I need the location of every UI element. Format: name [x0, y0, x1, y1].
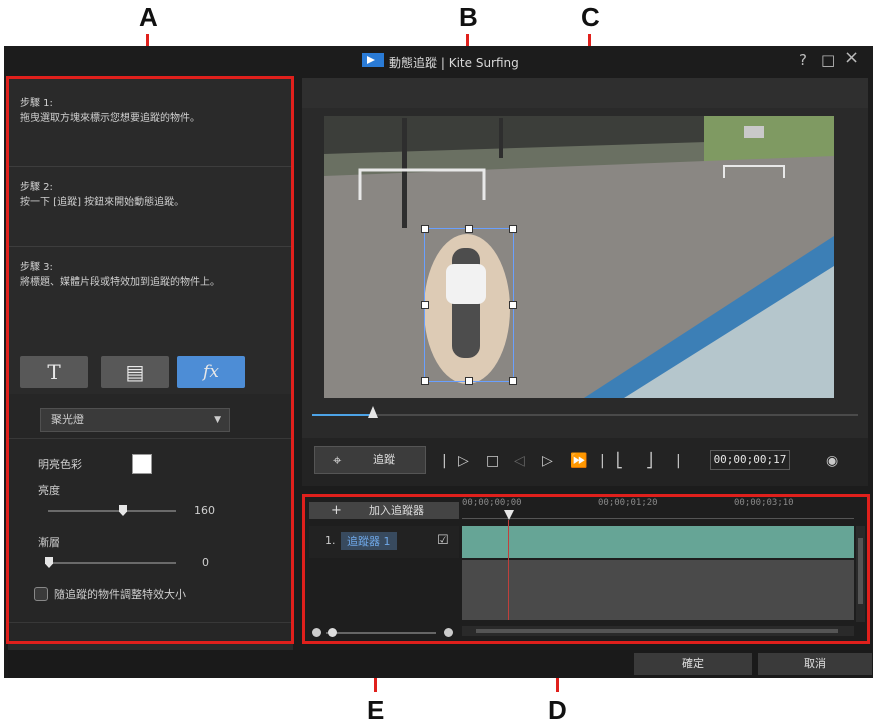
- title-bar: 動態追蹤 | Kite Surfing ? □ ×: [4, 46, 873, 76]
- playback-controls: ⌖ 追蹤 | ▷ □ ◁ ▷ ⏩ | ⎣ ⎦ | 00;00;00;17 ◉: [302, 438, 868, 486]
- ok-button[interactable]: 確定: [634, 653, 752, 675]
- separator-icon: |: [676, 453, 681, 469]
- callout-b: B: [459, 2, 478, 32]
- callout-c: C: [581, 2, 600, 32]
- title-app: 動態追蹤: [389, 56, 438, 70]
- play-icon[interactable]: ▷: [458, 453, 469, 469]
- handle-bm[interactable]: [465, 377, 473, 385]
- scrub-thumb[interactable]: [368, 406, 378, 418]
- timecode-display: 00;00;00;17: [710, 450, 790, 470]
- stop-icon[interactable]: □: [486, 453, 499, 469]
- separator-icon: |: [600, 453, 605, 469]
- mark-out-icon[interactable]: ⎦: [646, 453, 653, 469]
- tracking-box[interactable]: [421, 225, 517, 385]
- callout-a: A: [139, 2, 158, 32]
- close-button[interactable]: ×: [844, 49, 859, 67]
- title-project: Kite Surfing: [448, 56, 519, 70]
- highlight-box-a: [6, 76, 294, 644]
- handle-tm[interactable]: [465, 225, 473, 233]
- skatepark-scene: [324, 116, 834, 398]
- scrub-track[interactable]: [312, 414, 858, 416]
- app-logo-icon: [362, 53, 384, 67]
- next-frame-icon[interactable]: ▷: [542, 453, 553, 469]
- fast-forward-icon[interactable]: ⏩: [570, 453, 587, 469]
- scrub-progress: [312, 414, 374, 416]
- crosshair-icon: ⌖: [333, 451, 342, 469]
- title-separator: |: [440, 56, 445, 70]
- handle-tr[interactable]: [509, 225, 517, 233]
- separator-icon: |: [442, 453, 447, 469]
- video-frame[interactable]: [324, 116, 834, 398]
- mark-in-icon[interactable]: ⎣: [616, 453, 623, 469]
- handle-br[interactable]: [509, 377, 517, 385]
- highlight-box-d: [302, 494, 870, 644]
- handle-bl[interactable]: [421, 377, 429, 385]
- track-button-label: 追蹤: [373, 453, 395, 466]
- preview-header: [302, 78, 868, 108]
- maximize-button[interactable]: □: [821, 53, 835, 68]
- window-title: 動態追蹤 | Kite Surfing: [389, 54, 519, 71]
- track-button[interactable]: ⌖ 追蹤: [314, 446, 426, 474]
- callout-e: E: [367, 695, 385, 725]
- prev-frame-icon[interactable]: ◁: [514, 453, 525, 469]
- eye-preview-icon[interactable]: ◉: [826, 453, 838, 469]
- help-button[interactable]: ?: [799, 53, 807, 68]
- video-preview-area: [302, 108, 868, 438]
- cancel-button[interactable]: 取消: [758, 653, 872, 675]
- handle-ml[interactable]: [421, 301, 429, 309]
- handle-mr[interactable]: [509, 301, 517, 309]
- handle-tl[interactable]: [421, 225, 429, 233]
- callout-d: D: [548, 695, 567, 725]
- dialog-buttons: 確定 取消: [8, 650, 873, 678]
